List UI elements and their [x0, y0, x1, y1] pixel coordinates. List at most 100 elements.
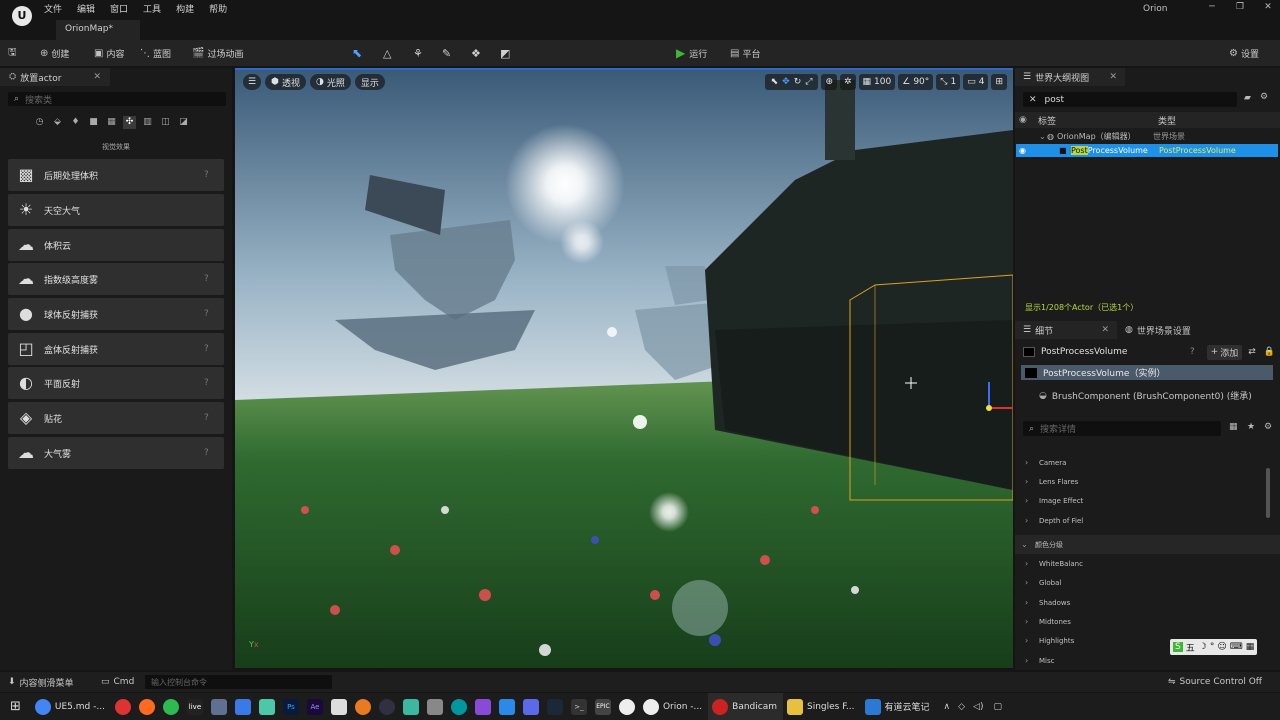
actor-item[interactable]: ◈ 贴花? — [8, 402, 224, 434]
scale-snap-button[interactable]: ⤡ 1 — [936, 74, 961, 90]
place-actors-tab[interactable]: ⛭ 放置actor ✕ — [0, 68, 110, 86]
recent-icon[interactable]: ◷ — [33, 116, 46, 129]
details-group-color-grading[interactable]: ⌄ 颜色分级 — [1015, 535, 1280, 554]
photoshop-icon[interactable]: Ps — [282, 698, 299, 715]
map-tab[interactable]: OrionMap* — [56, 20, 140, 40]
netease-music-icon[interactable] — [114, 698, 131, 715]
wechat-icon[interactable] — [162, 698, 179, 715]
lights-icon[interactable]: ♦ — [69, 116, 82, 129]
steam-icon[interactable] — [546, 698, 563, 715]
taskbar-item[interactable]: Bandicam — [708, 693, 783, 720]
visual-effects-icon[interactable]: ✣ — [123, 116, 136, 129]
minimize-icon[interactable]: ─ — [1198, 2, 1226, 12]
foliage-mode-icon[interactable]: ⚘ — [413, 40, 423, 66]
perspective-button[interactable]: ⬢ 透视 — [265, 74, 306, 90]
taskbar-item[interactable]: UE5.md -... — [31, 693, 111, 720]
obs-icon[interactable] — [378, 698, 395, 715]
menu-build[interactable]: 构建 — [176, 2, 194, 15]
camera-speed-button[interactable]: ▭ 4 — [963, 74, 989, 90]
surface-snap-icon[interactable]: ✲ — [839, 74, 856, 90]
help-icon[interactable]: ? — [204, 274, 224, 284]
menu-tools[interactable]: 工具 — [143, 2, 161, 15]
select-mode-icon[interactable]: ⬉ — [352, 40, 362, 66]
mail-icon[interactable] — [234, 698, 251, 715]
scale-icon[interactable]: ⤢ — [805, 77, 812, 87]
unreal-icon[interactable] — [618, 698, 635, 715]
viewport-menu-icon[interactable]: ☰ — [243, 74, 262, 90]
ime-toolbar[interactable]: S 五 ☽ ° ☺ ⌨ ▦ — [1170, 639, 1258, 655]
component-row-selected[interactable]: PostProcessVolume（实例） — [1021, 365, 1273, 380]
details-item[interactable]: › Shadows — [1015, 593, 1280, 612]
select-icon[interactable]: ⬉ — [771, 77, 779, 87]
actor-item[interactable]: ◐ 平面反射? — [8, 367, 224, 399]
code-icon[interactable] — [522, 698, 539, 715]
rotation-snap-button[interactable]: ∠ 90° — [898, 74, 934, 90]
live-icon[interactable]: live — [186, 698, 203, 715]
content-drawer-button[interactable]: ⬇ 内容侧滑菜单 — [8, 676, 74, 689]
menu-edit[interactable]: 编辑 — [77, 2, 95, 15]
arduino-icon[interactable] — [450, 698, 467, 715]
menu-window[interactable]: 窗口 — [110, 2, 128, 15]
cinematics-button[interactable]: 🎬 过场动画 — [192, 40, 243, 66]
details-section-image-effect[interactable]: › Image Effect — [1015, 491, 1280, 510]
notification-icon[interactable]: ▢ — [993, 693, 1002, 720]
scene-render[interactable] — [235, 70, 1013, 668]
unreal-logo-icon[interactable]: U — [12, 6, 32, 26]
blender-icon[interactable] — [354, 698, 371, 715]
network-icon[interactable]: ◇ — [958, 693, 965, 720]
help-icon[interactable]: ? — [204, 378, 224, 388]
all-classes-icon[interactable]: ◫ — [159, 116, 172, 129]
davinci-icon[interactable] — [426, 698, 443, 715]
camera-icon[interactable] — [210, 698, 227, 715]
details-section-depth-of-field[interactable]: › Depth of Fiel — [1015, 511, 1280, 530]
epic-icon[interactable]: EPIC — [594, 698, 611, 715]
help-icon[interactable]: ? — [204, 413, 224, 423]
run-button[interactable]: ▶ 运行 — [676, 40, 707, 66]
houdini-icon[interactable] — [258, 698, 275, 715]
details-section-lens-flares[interactable]: › Lens Flares — [1015, 472, 1280, 491]
modeling-mode-icon[interactable]: ◩ — [500, 40, 510, 66]
shapes-icon[interactable]: ■ — [87, 116, 100, 129]
actor-item[interactable]: ☀ 天空大气 — [8, 194, 224, 226]
visibility-icon[interactable]: ◉ — [1019, 115, 1038, 125]
settings-button[interactable]: ⚙ 设置 — [1229, 40, 1259, 66]
help-icon[interactable]: ? — [204, 344, 224, 354]
outliner-row-selected[interactable]: ◉ ■ PostProcessVolume PostProcessVolume — [1016, 144, 1278, 157]
volumes-icon[interactable]: ▥ — [141, 116, 154, 129]
outliner-search-input[interactable]: ✕ post — [1023, 92, 1237, 107]
star-icon[interactable]: ★ — [1247, 422, 1255, 432]
search-input[interactable]: ⌕ 搜索类 — [8, 92, 226, 106]
taskbar-item[interactable]: Singles F... — [783, 693, 861, 720]
world-settings-tab[interactable]: ◍ 世界场景设置 — [1117, 324, 1199, 337]
show-button[interactable]: 显示 — [354, 74, 385, 90]
gear-icon[interactable]: ⚙ — [1260, 92, 1268, 102]
tray-chevron-icon[interactable]: ∧ — [944, 693, 951, 720]
close-icon[interactable]: ✕ — [93, 72, 101, 82]
level-viewport[interactable]: ☰ ⬢ 透视 ◑ 光照 显示 ⬉ ✥ ↻ ⤢ ⊕ ✲ ▦ 100 ∠ 90° ⤡ 1 ▭ 4… — [235, 68, 1013, 668]
landscape-mode-icon[interactable]: △ — [383, 40, 391, 66]
actor-item[interactable]: ▩ 后期处理体积? — [8, 159, 224, 191]
menu-help[interactable]: 帮助 — [209, 2, 227, 15]
console-input[interactable]: 输入控制台命令 — [145, 675, 332, 689]
details-item[interactable]: › Global — [1015, 573, 1280, 592]
help-icon[interactable]: ? — [1190, 347, 1195, 357]
blueprint-icon[interactable]: ⇄ — [1248, 347, 1256, 357]
outliner-row-world[interactable]: ⌄ ◍ OrionMap（编辑器） 世界场景 — [1015, 130, 1280, 143]
visual-studio-icon[interactable] — [474, 698, 491, 715]
taskbar-item[interactable]: Orion -... — [639, 693, 708, 720]
add-component-button[interactable]: + 添加 — [1206, 344, 1243, 360]
menu-file[interactable]: 文件 — [44, 2, 62, 15]
rotate-icon[interactable]: ↻ — [794, 77, 802, 87]
maximize-icon[interactable]: ❐ — [1226, 2, 1254, 12]
help-icon[interactable]: ? — [204, 309, 224, 319]
property-matrix-icon[interactable]: ▦ — [1229, 422, 1238, 432]
save-icon[interactable]: 🖫 — [8, 40, 20, 66]
grid-snap-button[interactable]: ▦ 100 — [858, 74, 896, 90]
content-button[interactable]: ▣ 内容 — [94, 40, 124, 66]
fracture-mode-icon[interactable]: ❖ — [471, 40, 481, 66]
basic-icon[interactable]: ⬙ — [51, 116, 64, 129]
cmd-button[interactable]: ▭ Cmd — [101, 676, 134, 688]
close-icon[interactable]: ✕ — [1109, 72, 1117, 82]
mesh-paint-icon[interactable]: ✎ — [442, 40, 451, 66]
actor-item[interactable]: ☁ 体积云 — [8, 229, 224, 261]
